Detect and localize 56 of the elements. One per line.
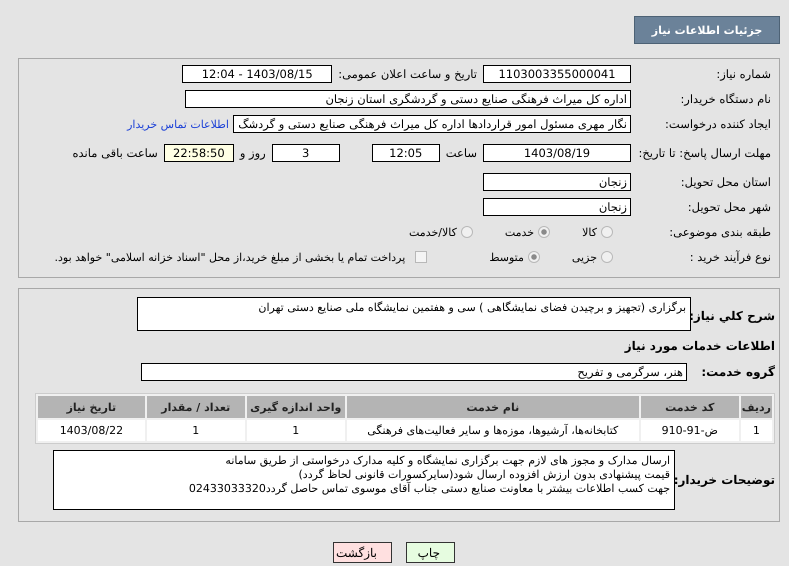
print-button[interactable]: چاپ (406, 542, 455, 563)
field-label: ساعت باقی مانده (72, 146, 158, 160)
option-label: کالا/خدمت (409, 226, 457, 238)
text-field[interactable]: هنر، سرگرمی و تفریح (141, 363, 687, 381)
field-label: استان محل تحویل: (680, 175, 771, 189)
notes-box[interactable]: ارسال مدارک و مجوز های لازم جهت برگزاری نمایشگاه و کلیه مدارک درخواستی از طریق سامانه قیمت پیشنهادی بدون ارزش افزوده ارسال شود(سایرکسورات قانونی لحاظ گردد) جهت کسب اطلاعات بیشتر با معاونت صنایع دستی جناب آقای موسوی تماس حاصل گردد02433033320 (53, 450, 675, 510)
field-label: شماره نیاز: (715, 67, 771, 81)
radio-button[interactable] (601, 226, 613, 238)
text-field[interactable]: زنجان (483, 173, 631, 191)
text-field[interactable]: زنجان (483, 198, 631, 216)
text-field[interactable]: اداره کل میراث فرهنگی صنایع دستی و گردشگری استان زنجان (185, 90, 631, 108)
checkbox[interactable] (415, 251, 428, 263)
table-cell: 1 (246, 420, 345, 441)
radio-button[interactable] (460, 226, 473, 238)
text-field[interactable]: 22:58:50 (164, 144, 234, 162)
field-label: طبقه بندی موضوعی: (668, 225, 771, 239)
field-label: مهلت ارسال پاسخ: تا تاریخ: (637, 146, 771, 160)
option-label: متوسط (489, 250, 524, 264)
page-title: جزئیات اطلاعات نیاز (634, 16, 780, 44)
radio-button[interactable] (601, 251, 613, 263)
field-label: تاریخ و ساعت اعلان عمومی: (338, 67, 477, 81)
option-label: جزیی (572, 250, 597, 264)
field-label: روز و (240, 146, 266, 160)
text-field[interactable]: 3 (272, 144, 340, 162)
field-label: ایجاد کننده درخواست: (664, 117, 771, 131)
field-label: شهر محل تحویل: (686, 200, 771, 214)
text-field[interactable]: 1103003355000041 (483, 65, 631, 83)
field-label: ساعت (446, 146, 477, 160)
field-label: نوع فرآیند خرید : (688, 250, 771, 264)
column-header: نام خدمت (346, 396, 639, 418)
column-header: واحد اندازه گیری (246, 396, 345, 418)
table-cell: 1403/08/22 (38, 420, 145, 441)
field-label: گروه خدمت: (700, 365, 775, 379)
table-cell: 1 (740, 420, 772, 441)
text-field[interactable]: نگار مهری مسئول امور قراردادها اداره کل میراث فرهنگی صنایع دستی و گردشگ (233, 115, 631, 133)
radio-button[interactable] (538, 226, 550, 238)
option-label: کالا (582, 226, 597, 238)
table-cell: کتابخانه‌ها، آرشیوها، موزه‌ها و سایر فعالیت‌های فرهنگی (346, 420, 639, 441)
column-header: تعداد / مقدار (146, 396, 245, 418)
table-cell: 1 (146, 420, 245, 441)
column-header: ردیف (740, 396, 772, 418)
text-field[interactable]: 1403/08/19 (483, 144, 631, 162)
column-header: تاریخ نیاز (38, 396, 145, 418)
option-label: خدمت (504, 226, 534, 238)
text-field[interactable]: 12:05 (372, 144, 440, 162)
description-box[interactable]: برگزاری (تجهیز و برچیدن فضای نمایشگاهی ) سی و هفتمین نمایشگاه ملی صنایع دستی تهران (137, 297, 691, 331)
back-button[interactable]: بازگشت (333, 542, 392, 563)
radio-button[interactable] (528, 251, 540, 263)
field-label: نام دستگاه خریدار: (679, 92, 771, 106)
field-label: توضیحات خریدار: (675, 473, 775, 487)
payment-note: پرداخت تمام یا بخشی از مبلغ خرید،از محل "اسناد خزانه اسلامی" خواهد بود. (54, 250, 406, 264)
column-header: کد خدمت (640, 396, 739, 418)
contact-link[interactable]: اطلاعات تماس خریدار (127, 118, 229, 130)
text-field[interactable]: 1403/08/15 - 12:04 (182, 65, 332, 83)
table-cell: ض-91-910 (640, 420, 739, 441)
section-heading: اطلاعات خدمات مورد نیاز (623, 339, 775, 353)
